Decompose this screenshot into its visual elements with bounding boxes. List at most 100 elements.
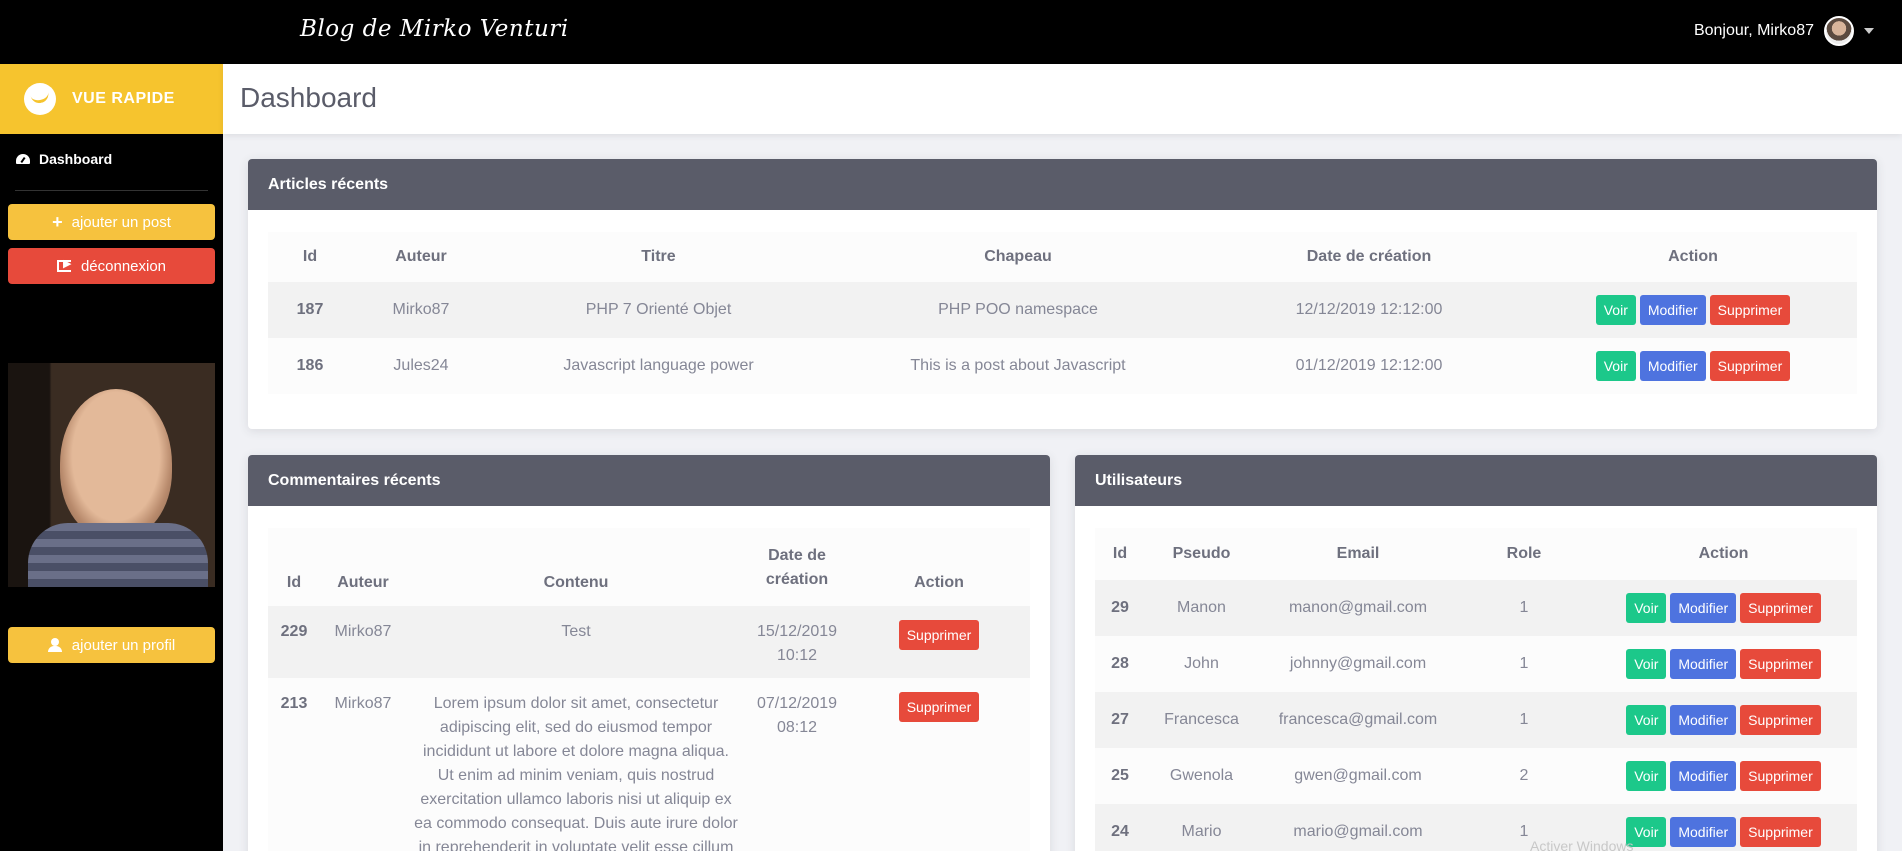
column-header: Pseudo bbox=[1172, 545, 1231, 562]
caret-down-icon[interactable] bbox=[1864, 28, 1874, 34]
cell-content: Test bbox=[406, 606, 746, 678]
cell-actions: Supprimer bbox=[848, 606, 1030, 678]
edit-button[interactable]: Modifier bbox=[1670, 649, 1737, 679]
view-button[interactable]: Voir bbox=[1595, 295, 1636, 325]
cell-id: 229 bbox=[268, 606, 320, 678]
logout-button[interactable]: déconnexion bbox=[8, 248, 215, 284]
cell-id: 187 bbox=[268, 282, 352, 338]
user-avatar-icon[interactable] bbox=[1824, 16, 1854, 46]
table-header-row: Id Pseudo Email Role Action bbox=[1095, 528, 1857, 580]
cell-actions: Voir Modifier Supprimer bbox=[1590, 692, 1857, 748]
view-button[interactable]: Voir bbox=[1626, 761, 1667, 791]
cell-actions: Voir Modifier Supprimer bbox=[1590, 580, 1857, 636]
windows-activation-watermark: Activer Windows bbox=[1530, 838, 1634, 851]
tachometer-icon bbox=[16, 154, 30, 164]
cell-email: johnny@gmail.com bbox=[1289, 655, 1427, 672]
edit-button[interactable]: Modifier bbox=[1670, 761, 1737, 791]
profile-photo bbox=[8, 363, 215, 587]
page-title: Dashboard bbox=[240, 82, 377, 113]
cell-pseudo: Mario bbox=[1145, 804, 1258, 851]
user-greeting[interactable]: Bonjour, Mirko87 bbox=[1694, 22, 1814, 40]
table-row: 29 Manon manon@gmail.com 1 Voir Modifier… bbox=[1095, 580, 1857, 636]
edit-button[interactable]: Modifier bbox=[1670, 593, 1737, 623]
plus-icon: + bbox=[52, 211, 63, 232]
user-menu[interactable]: Bonjour, Mirko87 bbox=[1694, 16, 1874, 46]
table-row: 213 Mirko87 Lorem ipsum dolor sit amet, … bbox=[268, 678, 1030, 851]
cell-author: Mirko87 bbox=[334, 695, 392, 712]
column-header: Contenu bbox=[543, 574, 609, 591]
cell-pseudo: Gwenola bbox=[1169, 767, 1234, 784]
delete-button[interactable]: Supprimer bbox=[1740, 817, 1821, 847]
cell-chapeau: This is a post about Javascript bbox=[910, 357, 1126, 374]
table-header-row: Id Auteur Contenu Date de création Actio… bbox=[268, 528, 1030, 606]
table-row: 25 Gwenola gwen@gmail.com 2 Voir Modifie… bbox=[1095, 748, 1857, 804]
view-button[interactable]: Voir bbox=[1626, 593, 1667, 623]
sidebar-item-dashboard[interactable]: Dashboard bbox=[0, 134, 223, 184]
blog-title[interactable]: Blog de Mirko Venturi bbox=[300, 16, 569, 42]
users-card: Utilisateurs Id Pseudo Email Role Action… bbox=[1075, 455, 1877, 851]
column-header: Chapeau bbox=[984, 248, 1052, 265]
sidebar-brand[interactable]: VUE RAPIDE bbox=[0, 64, 223, 134]
table-header-row: Id Auteur Titre Chapeau Date de création… bbox=[268, 232, 1857, 282]
add-post-button[interactable]: + ajouter un post bbox=[8, 204, 215, 240]
cell-content: Lorem ipsum dolor sit amet, consectetur … bbox=[414, 695, 738, 851]
table-row: 24 Mario mario@gmail.com 1 Voir Modifier… bbox=[1095, 804, 1857, 851]
cell-actions: Supprimer bbox=[848, 678, 1030, 851]
articles-table: Id Auteur Titre Chapeau Date de création… bbox=[268, 232, 1857, 394]
column-header: Email bbox=[1336, 545, 1380, 562]
cell-actions: Voir Modifier Supprimer bbox=[1590, 636, 1857, 692]
edit-button[interactable]: Modifier bbox=[1670, 817, 1737, 847]
delete-button[interactable]: Supprimer bbox=[1709, 295, 1791, 325]
column-header: Date de création bbox=[1306, 248, 1432, 265]
column-header: Action bbox=[914, 574, 964, 591]
column-header: Auteur bbox=[337, 574, 389, 591]
cell-chapeau: PHP POO namespace bbox=[827, 282, 1209, 338]
delete-button[interactable]: Supprimer bbox=[1740, 593, 1821, 623]
cell-email: manon@gmail.com bbox=[1258, 580, 1458, 636]
cell-date: 12/12/2019 12:12:00 bbox=[1209, 282, 1529, 338]
cell-id: 213 bbox=[280, 695, 308, 712]
cell-email: gwen@gmail.com bbox=[1294, 767, 1422, 784]
delete-button[interactable]: Supprimer bbox=[1709, 351, 1791, 381]
logout-label: déconnexion bbox=[80, 257, 167, 275]
column-header: Action bbox=[1698, 545, 1749, 562]
cell-pseudo: Francesca bbox=[1145, 692, 1258, 748]
cell-id: 186 bbox=[296, 357, 324, 374]
photo-face bbox=[60, 389, 172, 539]
cell-id: 24 bbox=[1095, 804, 1145, 851]
view-button[interactable]: Voir bbox=[1626, 705, 1667, 735]
column-header: Date de création bbox=[765, 547, 829, 588]
delete-button[interactable]: Supprimer bbox=[1740, 705, 1821, 735]
comments-table: Id Auteur Contenu Date de création Actio… bbox=[268, 528, 1030, 851]
add-profile-button[interactable]: ajouter un profil bbox=[8, 627, 215, 663]
delete-button[interactable]: Supprimer bbox=[1740, 649, 1821, 679]
cell-author: Mirko87 bbox=[352, 282, 490, 338]
delete-button[interactable]: Supprimer bbox=[1740, 761, 1821, 791]
users-table: Id Pseudo Email Role Action 29 Manon man… bbox=[1095, 528, 1857, 851]
sign-out-icon bbox=[56, 257, 71, 272]
cell-id: 25 bbox=[1111, 767, 1129, 784]
cell-date: 07/12/2019 08:12 bbox=[756, 695, 838, 736]
cell-email: francesca@gmail.com bbox=[1258, 692, 1458, 748]
view-button[interactable]: Voir bbox=[1595, 351, 1636, 381]
cell-id: 27 bbox=[1095, 692, 1145, 748]
column-header: Action bbox=[1668, 248, 1718, 265]
delete-button[interactable]: Supprimer bbox=[898, 620, 980, 650]
column-header: Id bbox=[1112, 545, 1128, 562]
table-row: 187 Mirko87 PHP 7 Orienté Objet PHP POO … bbox=[268, 282, 1857, 338]
delete-button[interactable]: Supprimer bbox=[898, 692, 980, 722]
edit-button[interactable]: Modifier bbox=[1670, 705, 1737, 735]
add-profile-label: ajouter un profil bbox=[71, 636, 176, 654]
view-button[interactable]: Voir bbox=[1626, 649, 1667, 679]
top-navbar: Blog de Mirko Venturi Bonjour, Mirko87 bbox=[0, 0, 1902, 64]
column-header: Titre bbox=[641, 248, 676, 265]
brand-label: VUE RAPIDE bbox=[72, 90, 175, 107]
cell-actions: Voir Modifier Supprimer bbox=[1529, 282, 1857, 338]
table-row: 28 John johnny@gmail.com 1 Voir Modifier… bbox=[1095, 636, 1857, 692]
card-title: Articles récents bbox=[248, 159, 1877, 210]
edit-button[interactable]: Modifier bbox=[1639, 351, 1706, 381]
edit-button[interactable]: Modifier bbox=[1639, 295, 1706, 325]
laughing-face-icon bbox=[24, 83, 56, 115]
cell-role: 1 bbox=[1519, 655, 1529, 672]
card-title: Utilisateurs bbox=[1075, 455, 1877, 506]
